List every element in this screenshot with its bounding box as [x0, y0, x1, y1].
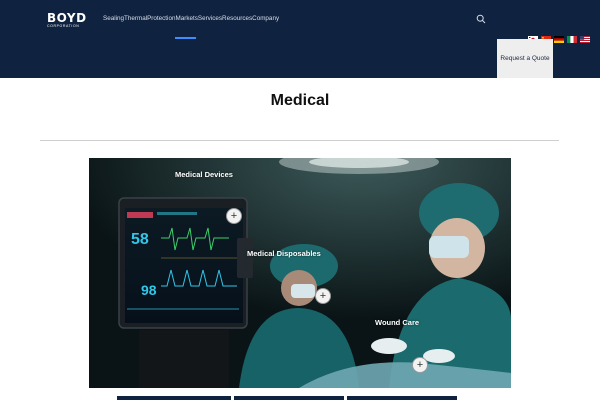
nav-item-sealing[interactable]: Sealing	[103, 15, 124, 23]
usa-flag[interactable]	[580, 36, 590, 43]
nav-item-markets[interactable]: Markets	[175, 15, 197, 23]
request-quote-button[interactable]: Request a Quote	[497, 39, 553, 78]
bottom-tab-3[interactable]	[347, 396, 457, 400]
hotspot-label-wound-care: Wound Care	[375, 318, 420, 327]
site-header: BOYD CORPORATION Sealing Thermal Protect…	[0, 0, 600, 78]
hotspot-plus-wound-care[interactable]: +	[412, 357, 428, 373]
surgery-scene: 58 98	[89, 158, 511, 388]
hero-image: 58 98 Medical Devices + Medical Disposab…	[89, 158, 511, 388]
hotspot-label-medical-devices: Medical Devices	[175, 170, 233, 179]
logo-text: BOYD	[47, 11, 87, 25]
bottom-tab-1[interactable]	[117, 396, 231, 400]
bottom-tabs	[117, 396, 457, 400]
nav-item-services[interactable]: Services	[198, 15, 222, 23]
bottom-tab-2[interactable]	[234, 396, 344, 400]
hotspot-plus-medical-disposables[interactable]: +	[315, 288, 331, 304]
hotspot-plus-medical-devices[interactable]: +	[226, 208, 242, 224]
main-nav: Sealing Thermal Protection Markets Servi…	[103, 15, 279, 23]
search-icon[interactable]	[476, 14, 486, 24]
page-title: Medical	[270, 92, 330, 109]
monitor-reading-1: 58	[131, 231, 149, 248]
germany-flag[interactable]	[554, 36, 564, 43]
logo-subtext: CORPORATION	[47, 24, 80, 28]
nav-item-protection[interactable]: Protection	[147, 15, 175, 23]
monitor-reading-2: 98	[141, 282, 157, 298]
italy-flag[interactable]	[567, 36, 577, 43]
boyd-logo[interactable]: BOYD CORPORATION	[47, 12, 95, 28]
title-divider	[40, 140, 559, 141]
nav-item-company[interactable]: Company	[252, 15, 279, 23]
hotspot-label-medical-disposables: Medical Disposables	[247, 249, 321, 258]
nav-item-thermal[interactable]: Thermal	[124, 15, 147, 23]
nav-item-resources[interactable]: Resources	[222, 15, 252, 23]
nav-active-indicator	[175, 37, 196, 39]
